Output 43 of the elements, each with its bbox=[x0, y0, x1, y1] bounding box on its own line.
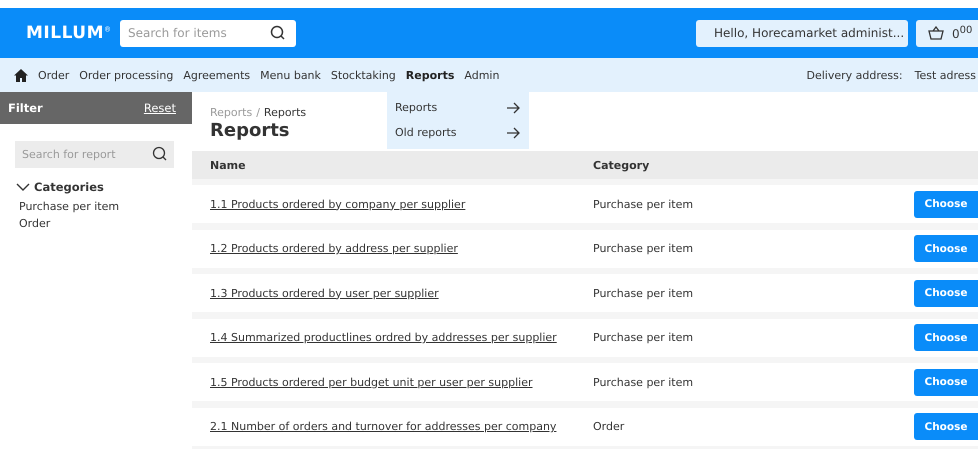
category-link[interactable]: Purchase per item bbox=[19, 198, 192, 215]
cart-button[interactable]: 0$^{00}$ bbox=[916, 20, 978, 46]
report-link[interactable]: 1.5 Products ordered per budget unit per user per supplier bbox=[192, 376, 593, 388]
nav-item[interactable]: Order bbox=[38, 68, 70, 82]
user-menu-button[interactable]: Hello, Horecamarket administ... bbox=[696, 20, 908, 46]
report-search-field[interactable]: Search for report bbox=[15, 141, 174, 168]
column-header: Name bbox=[209, 158, 247, 172]
filter-title: Filter bbox=[8, 101, 43, 115]
search-icon[interactable] bbox=[152, 146, 168, 162]
nav-item[interactable]: Reports bbox=[406, 68, 454, 82]
reset-link[interactable]: Reset bbox=[144, 101, 176, 115]
arrow-right-icon bbox=[507, 126, 521, 138]
delivery-address[interactable]: Test adress bbox=[914, 68, 976, 82]
menu-item[interactable]: Old reports bbox=[387, 120, 529, 145]
home-icon[interactable] bbox=[14, 68, 28, 82]
search-field[interactable]: Search for items bbox=[120, 20, 296, 46]
category-cell-text: Purchase per item bbox=[593, 376, 694, 388]
breadcrumb-link[interactable]: Reports bbox=[264, 106, 306, 118]
category-cell-text: Purchase per item bbox=[593, 242, 694, 255]
category-cell-text: Purchase per item bbox=[593, 331, 694, 344]
nav-item[interactable]: Stocktaking bbox=[330, 68, 396, 82]
categories-title[interactable]: Categories bbox=[34, 180, 104, 194]
report-link[interactable]: 1.2 Products ordered by address per supplier bbox=[192, 242, 593, 255]
search-icon[interactable] bbox=[270, 24, 286, 40]
category-cell-text: Purchase per item bbox=[593, 286, 694, 300]
nav-item[interactable]: Admin bbox=[464, 68, 500, 82]
report-link[interactable]: 1.4 Summarized productlines ordred by addresses per supplier bbox=[192, 331, 593, 344]
category-link[interactable]: Order bbox=[19, 215, 192, 232]
category-cell-text: Order bbox=[593, 420, 626, 433]
breadcrumb-separator: / bbox=[256, 106, 260, 118]
nav-item[interactable]: Order processing bbox=[79, 68, 174, 82]
report-link[interactable]: 1.3 Products ordered by user per supplier bbox=[192, 286, 593, 300]
report-link[interactable]: 1.1 Products ordered by company per supplier bbox=[192, 198, 593, 210]
column-header: Category bbox=[593, 158, 650, 172]
arrow-right-icon bbox=[507, 102, 521, 114]
delivery-label: Delivery address: bbox=[806, 68, 903, 82]
category-cell-text: Purchase per item bbox=[593, 198, 694, 210]
basket-icon bbox=[928, 26, 944, 40]
menu-item[interactable]: Reports bbox=[387, 95, 529, 120]
report-link[interactable]: 2.1 Number of orders and turnover for addresses per company bbox=[192, 420, 593, 433]
nav-item[interactable]: Menu bank bbox=[260, 68, 321, 82]
nav-item[interactable]: Agreements bbox=[183, 68, 250, 82]
chevron-down-icon[interactable] bbox=[16, 182, 30, 192]
